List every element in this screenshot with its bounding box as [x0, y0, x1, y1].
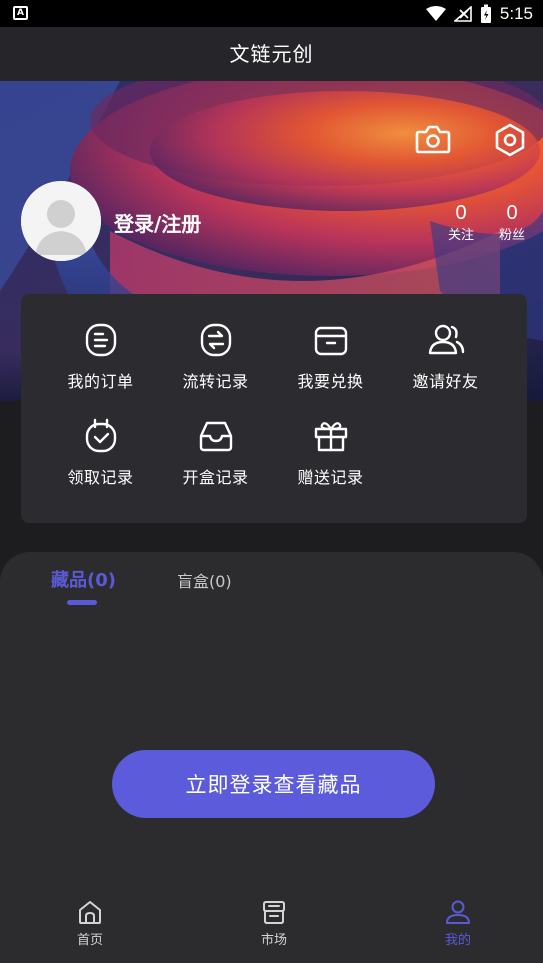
- gift-record-icon: [314, 422, 347, 452]
- nav-home[interactable]: 首页: [50, 898, 130, 948]
- status-time: 5:15: [499, 4, 533, 23]
- bottom-nav: 首页 市场 我的: [0, 888, 543, 963]
- following-count: 0: [455, 202, 467, 224]
- following-label: 关注: [447, 228, 474, 243]
- login-register-link[interactable]: 登录/注册: [114, 208, 201, 237]
- invite-friends-icon: [428, 324, 464, 355]
- menu-label-transfer: 流转记录: [182, 372, 249, 391]
- camera-button[interactable]: [411, 117, 455, 161]
- status-bar: A 5:15: [0, 0, 543, 27]
- settings-button[interactable]: [488, 118, 532, 162]
- redeem-icon: [314, 326, 347, 356]
- nav-profile[interactable]: 我的: [418, 898, 498, 948]
- followers-label: 粉丝: [498, 228, 525, 243]
- following-stat[interactable]: 0 关注: [436, 200, 486, 246]
- menu-label-claim-record: 领取记录: [67, 468, 134, 487]
- tab-active-indicator: [67, 600, 97, 605]
- menu-label-open-box: 开盒记录: [182, 468, 249, 487]
- nav-market[interactable]: 市场: [234, 898, 314, 948]
- menu-label-invite: 邀请好友: [412, 372, 479, 391]
- app-header: 文链元创: [0, 27, 543, 81]
- nav-label-market: 市场: [260, 933, 287, 948]
- menu-label-redeem: 我要兑换: [297, 372, 364, 391]
- menu-card: 我的订单 流转记录 我要兑换 邀请好友 领取记录 开盒记录 赠送记录: [21, 294, 527, 523]
- followers-stat[interactable]: 0 粉丝: [487, 200, 537, 246]
- settings-hexagon-icon: [495, 123, 525, 157]
- battery-icon: [480, 4, 491, 23]
- nav-label-home: 首页: [76, 933, 103, 948]
- menu-item-redeem[interactable]: 我要兑换: [273, 320, 388, 392]
- menu-item-open-box[interactable]: 开盒记录: [158, 416, 273, 488]
- followers-count: 0: [506, 202, 518, 224]
- camera-icon: [415, 125, 451, 154]
- login-to-view-button[interactable]: 立即登录查看藏品: [112, 750, 435, 818]
- nav-label-profile: 我的: [444, 933, 471, 948]
- menu-item-orders[interactable]: 我的订单: [43, 320, 158, 392]
- order-icon: [85, 323, 116, 357]
- market-icon: [263, 901, 285, 924]
- claim-record-icon: [85, 418, 116, 453]
- transfer-icon: [200, 323, 231, 357]
- avatar[interactable]: [21, 181, 101, 261]
- menu-label-orders: 我的订单: [67, 372, 134, 391]
- menu-item-gift-record[interactable]: 赠送记录: [273, 416, 388, 488]
- tab-collectibles[interactable]: 藏品(0): [51, 566, 116, 592]
- home-icon: [79, 901, 101, 924]
- tab-blind-boxes[interactable]: 盲盒(0): [177, 568, 232, 592]
- menu-item-claim-record[interactable]: 领取记录: [43, 416, 158, 488]
- page-title: 文链元创: [229, 42, 314, 66]
- open-box-icon: [199, 421, 232, 452]
- signal-icon: [453, 6, 472, 22]
- collection-sheet: 藏品(0) 盲盒(0) 立即登录查看藏品: [0, 552, 543, 888]
- default-avatar-icon: [21, 181, 101, 261]
- menu-item-transfer[interactable]: 流转记录: [158, 320, 273, 392]
- wifi-icon: [425, 6, 446, 21]
- menu-item-invite[interactable]: 邀请好友: [388, 320, 503, 392]
- menu-label-gift-record: 赠送记录: [297, 468, 364, 487]
- app-notification-icon: A: [13, 6, 28, 20]
- status-indicators: 5:15: [425, 3, 533, 25]
- profile-icon: [446, 900, 470, 924]
